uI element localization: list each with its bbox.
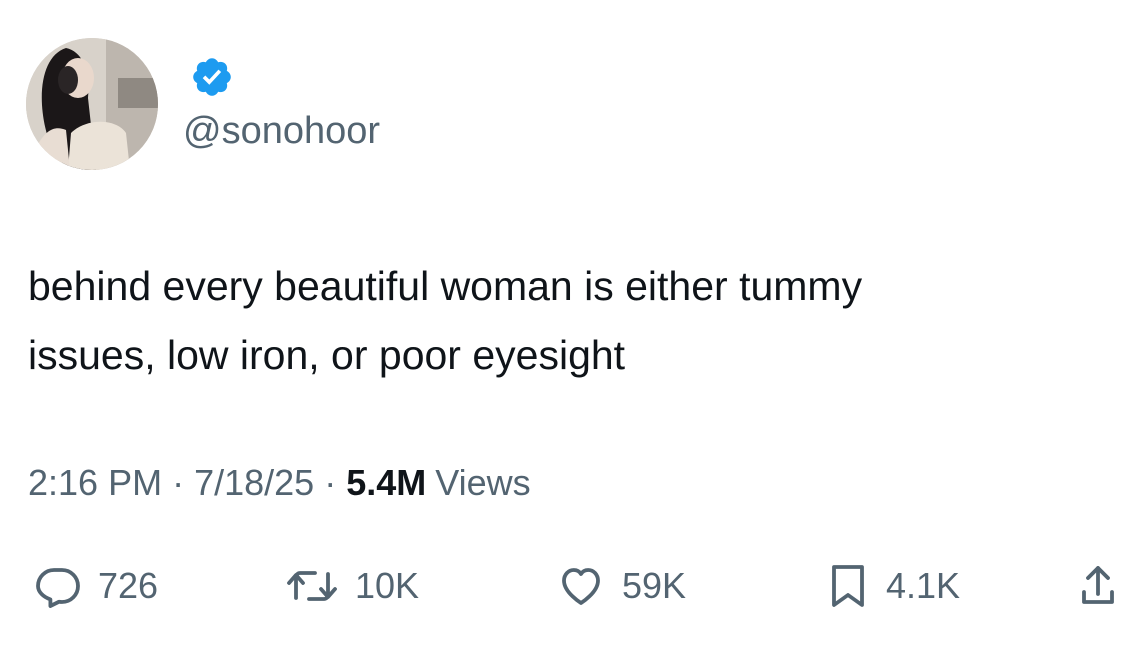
tweet-text-line: issues, low iron, or poor eyesight: [28, 332, 626, 378]
avatar[interactable]: [26, 38, 158, 170]
views-count[interactable]: 5.4M: [346, 462, 426, 503]
verified-badge-icon: [190, 55, 234, 99]
bookmark-button[interactable]: 4.1K: [826, 556, 960, 616]
meta-separator: ·: [172, 462, 185, 503]
retweet-button[interactable]: 10K: [285, 556, 419, 616]
retweet-count: 10K: [355, 565, 420, 606]
reply-count: 726: [98, 565, 159, 606]
tweet-text: behind every beautiful woman is either t…: [28, 252, 1108, 390]
tweet-date[interactable]: 7/18/25: [194, 462, 314, 503]
views-label: Views: [435, 462, 531, 503]
action-bar: 726 10K 59K 4.1K: [0, 556, 1122, 616]
tweet-meta: 2:16 PM · 7/18/25 · 5.4M Views: [28, 462, 531, 504]
share-icon: [1078, 562, 1118, 610]
like-count: 59K: [622, 565, 687, 606]
reply-icon: [34, 562, 82, 610]
tweet-text-line: behind every beautiful woman is either t…: [28, 263, 863, 309]
reply-button[interactable]: 726: [34, 556, 158, 616]
meta-separator: ·: [324, 462, 337, 503]
bookmark-icon: [826, 562, 870, 610]
heart-icon: [556, 562, 606, 610]
share-button[interactable]: [1078, 556, 1118, 616]
like-button[interactable]: 59K: [556, 556, 686, 616]
bookmark-count: 4.1K: [886, 565, 961, 606]
avatar-image: [26, 38, 158, 170]
tweet-time[interactable]: 2:16 PM: [28, 462, 162, 503]
retweet-icon: [285, 562, 339, 610]
user-handle[interactable]: @sonohoor: [183, 110, 380, 153]
